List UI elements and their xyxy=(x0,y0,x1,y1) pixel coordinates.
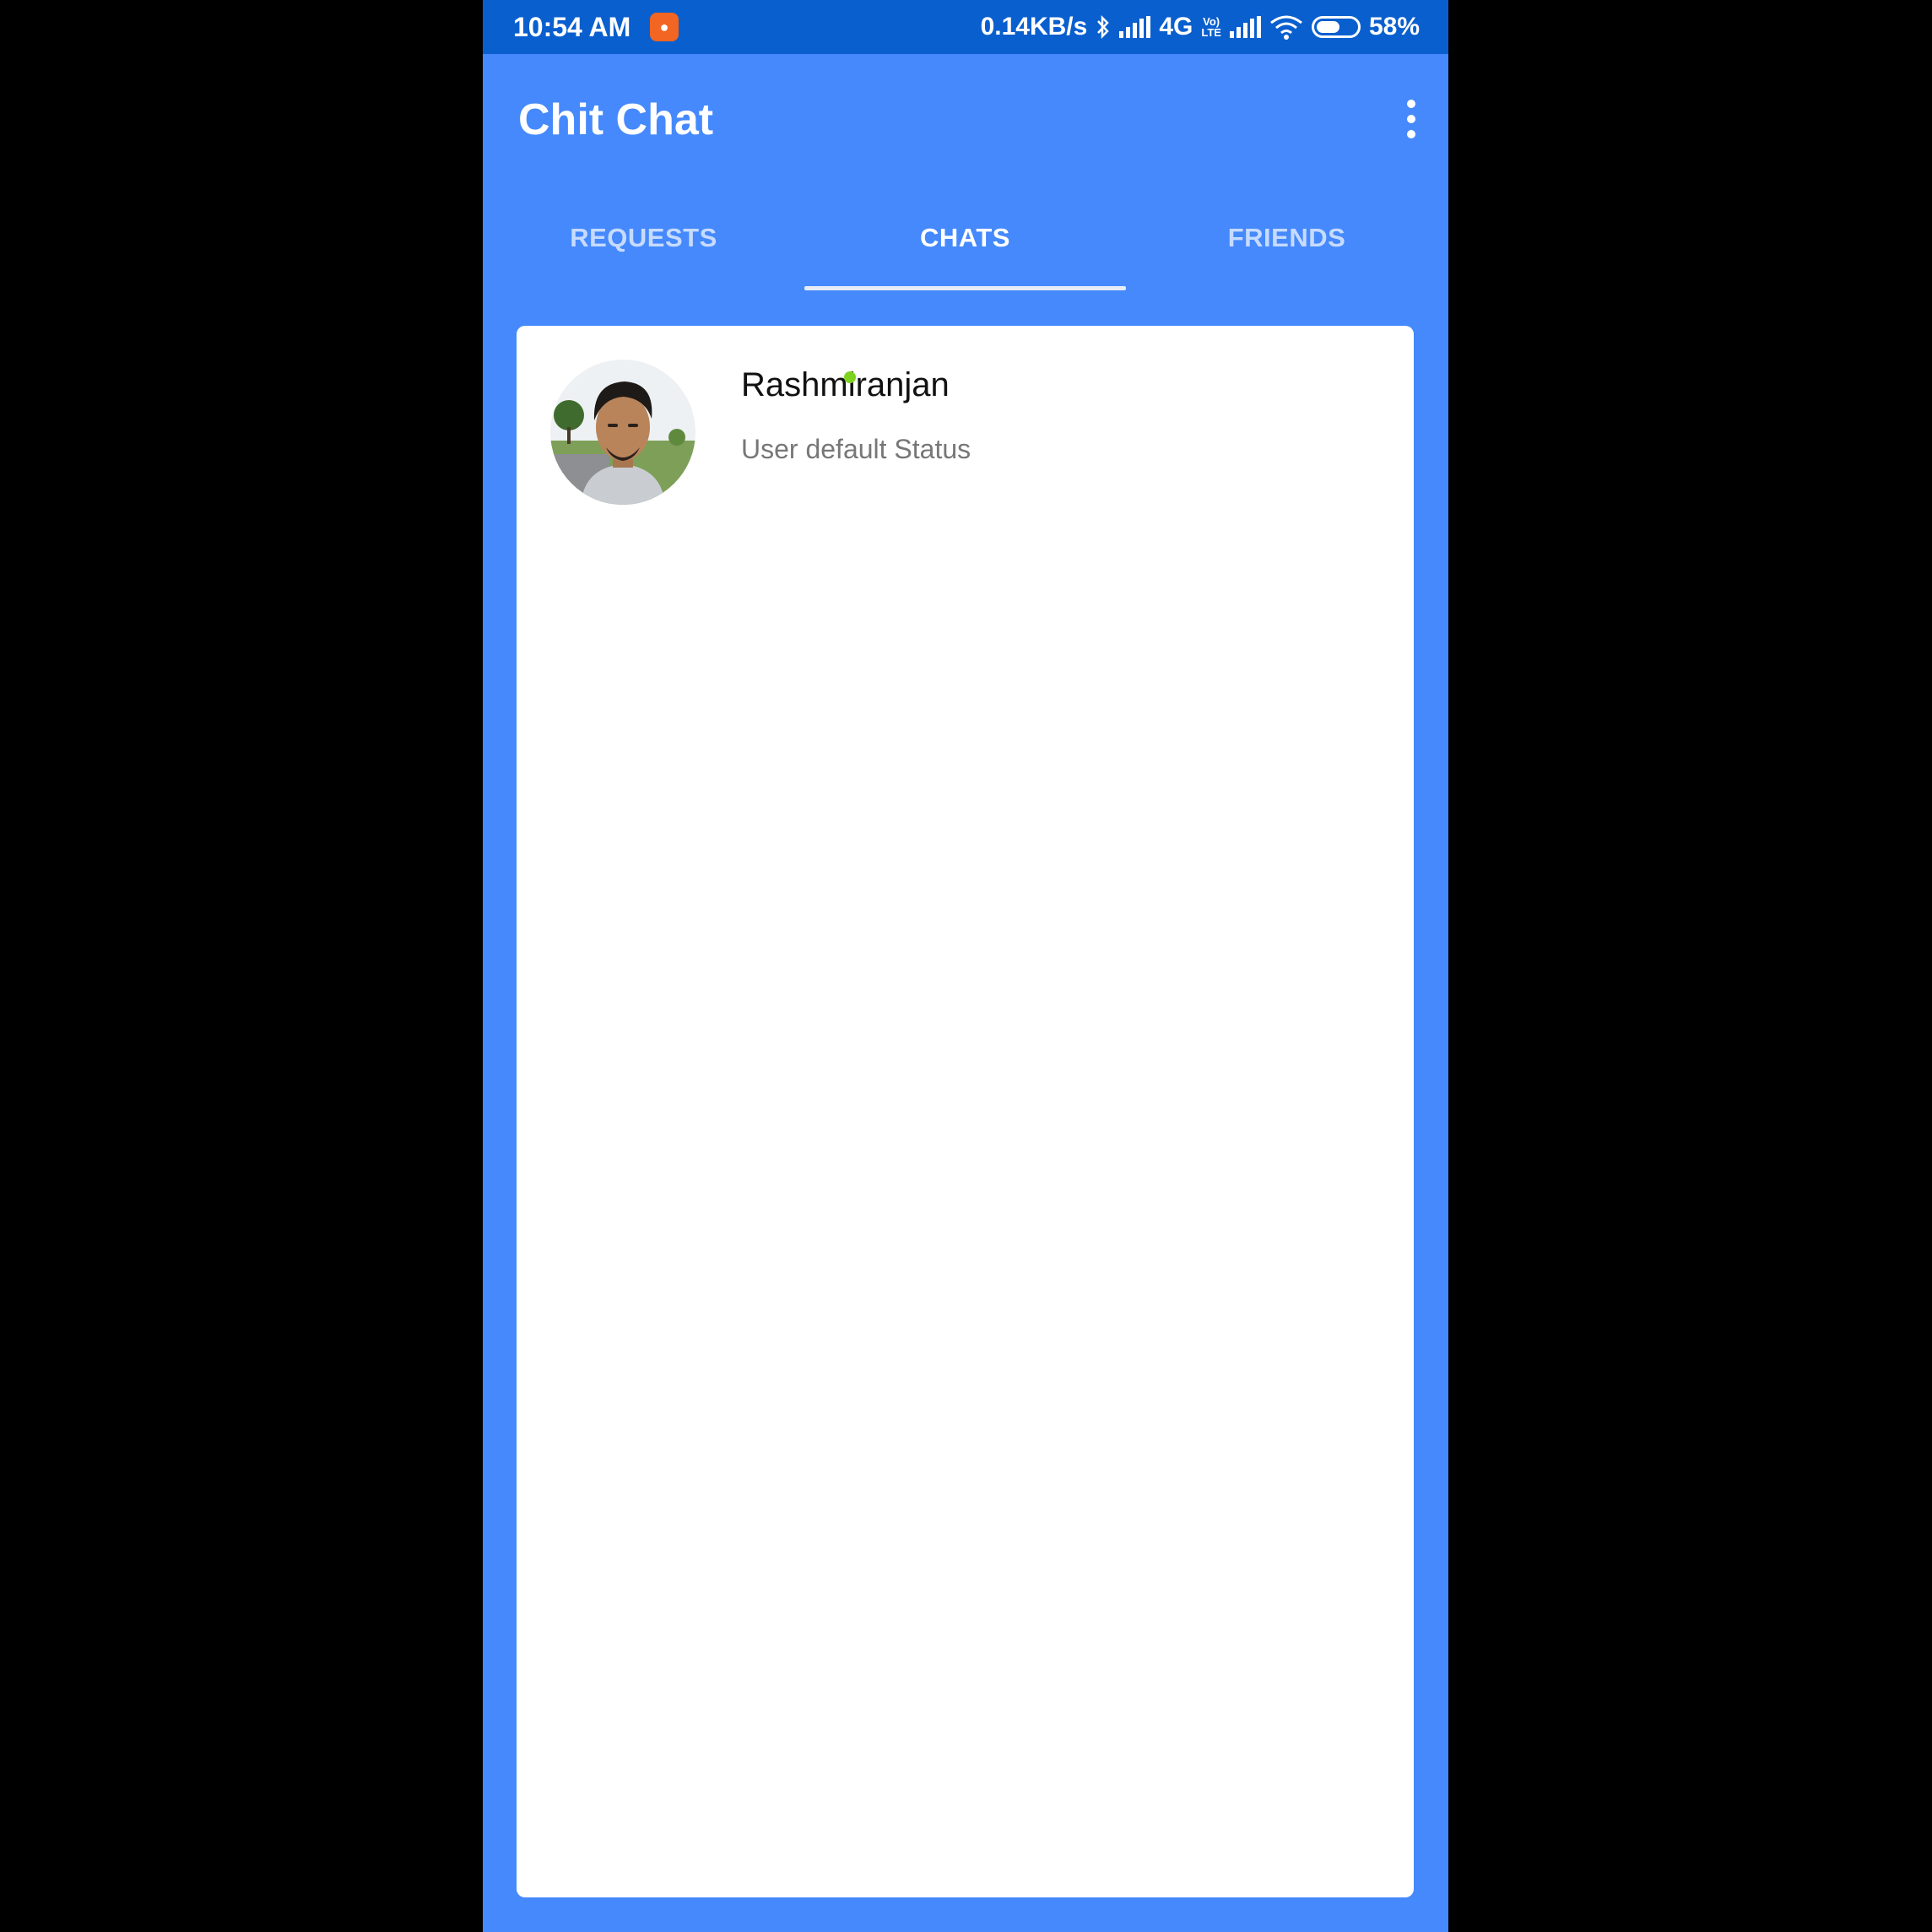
battery-percent: 58% xyxy=(1368,13,1420,41)
status-icons: 0.14KB/s 4G Vo) LTE 58% xyxy=(981,12,1420,42)
app-title: Chit Chat xyxy=(518,95,714,144)
active-tab-indicator xyxy=(804,286,1126,290)
signal-icon xyxy=(1119,16,1151,38)
status-bar: 10:54 AM ● 0.14KB/s 4G Vo) LTE 58% xyxy=(483,0,1448,54)
chat-list: Rashmiranjan User default Status xyxy=(517,326,1414,1897)
bluetooth-icon xyxy=(1097,14,1110,40)
tab-bar: REQUESTS CHATS FRIENDS xyxy=(483,194,1448,292)
battery-icon xyxy=(1311,16,1361,38)
battery-level-fill xyxy=(1316,21,1339,33)
volte-label-bottom: LTE xyxy=(1201,26,1221,39)
network-speed: 0.14KB/s xyxy=(980,13,1088,41)
list-item[interactable]: Rashmiranjan User default Status xyxy=(517,326,1414,511)
online-indicator xyxy=(844,371,856,383)
wifi-icon xyxy=(1270,15,1302,40)
signal-icon xyxy=(1229,16,1261,38)
volte-icon: Vo) LTE xyxy=(1201,16,1221,38)
network-type: 4G xyxy=(1159,13,1193,41)
avatar[interactable] xyxy=(550,360,695,505)
tab-friends-label: FRIENDS xyxy=(1227,223,1346,252)
more-vert-icon[interactable] xyxy=(1399,96,1423,147)
app-bar: Chit Chat xyxy=(483,54,1448,181)
notification-app-icon: ● xyxy=(650,13,679,41)
tab-friends[interactable]: FRIENDS xyxy=(1126,194,1448,292)
tab-chats[interactable]: CHATS xyxy=(804,194,1126,292)
tab-chats-label: CHATS xyxy=(920,223,1010,252)
avatar-photo xyxy=(550,360,695,505)
status-time: 10:54 AM xyxy=(513,12,631,42)
chat-status: User default Status xyxy=(741,434,971,464)
phone-screen: 10:54 AM ● 0.14KB/s 4G Vo) LTE 58% Chit … xyxy=(483,0,1448,1932)
tab-requests-label: REQUESTS xyxy=(570,223,717,252)
tab-requests[interactable]: REQUESTS xyxy=(483,194,804,292)
